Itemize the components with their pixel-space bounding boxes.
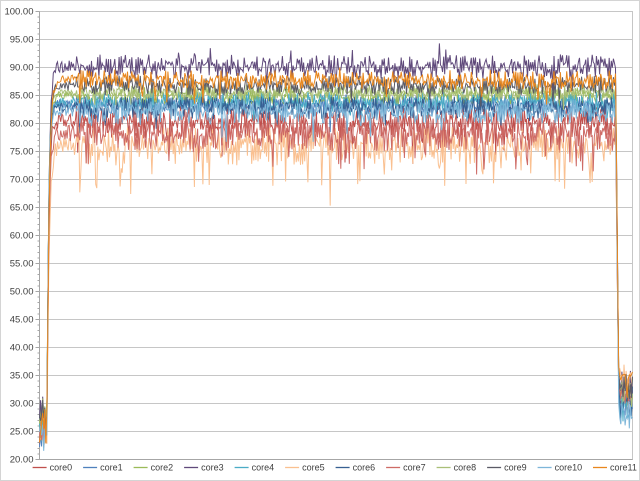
y-axis-label: 65.00 <box>10 203 34 214</box>
y-axis-label: 95.00 <box>10 35 34 46</box>
y-axis-label: 70.00 <box>10 175 34 186</box>
y-axis-label: 20.00 <box>10 455 34 466</box>
cpu-core-temperature-chart: 100.00 95.00 90.00 85.00 80.00 75.00 70.00 65.0… <box>1 1 639 480</box>
y-axis-label: 25.00 <box>10 427 34 438</box>
y-axis-label: 55.00 <box>10 259 34 270</box>
legend-label-core3: core3 <box>201 463 224 473</box>
legend-label-core10: core10 <box>555 463 583 473</box>
legend-label-core4: core4 <box>252 463 275 473</box>
chart-container: 100.00 95.00 90.00 85.00 80.00 75.00 70.00 65.0… <box>0 0 640 481</box>
y-axis-label: 80.00 <box>10 119 34 130</box>
series-line-core7 <box>40 115 633 440</box>
y-axis-label: 60.00 <box>10 231 34 242</box>
y-axis-label: 45.00 <box>10 315 34 326</box>
y-axis-label: 30.00 <box>10 399 34 410</box>
legend-label-core8: core8 <box>454 463 477 473</box>
y-axis-label: 40.00 <box>10 343 34 354</box>
legend-label-core1: core1 <box>100 463 123 473</box>
y-axis-label: 35.00 <box>10 371 34 382</box>
legend-label-core5: core5 <box>302 463 325 473</box>
y-axis-label: 50.00 <box>10 287 34 298</box>
y-axis-label: 85.00 <box>10 91 34 102</box>
legend-label-core6: core6 <box>353 463 376 473</box>
series-line-core5 <box>40 127 633 447</box>
y-axis-label: 75.00 <box>10 147 34 158</box>
legend-label-core11: core11 <box>610 463 637 473</box>
y-axis-label: 100.00 <box>4 7 33 18</box>
y-axis-label: 90.00 <box>10 63 34 74</box>
legend-label-core2: core2 <box>151 463 174 473</box>
legend-label-core9: core9 <box>504 463 527 473</box>
legend-label-core0: core0 <box>50 463 73 473</box>
legend-label-core7: core7 <box>403 463 426 473</box>
